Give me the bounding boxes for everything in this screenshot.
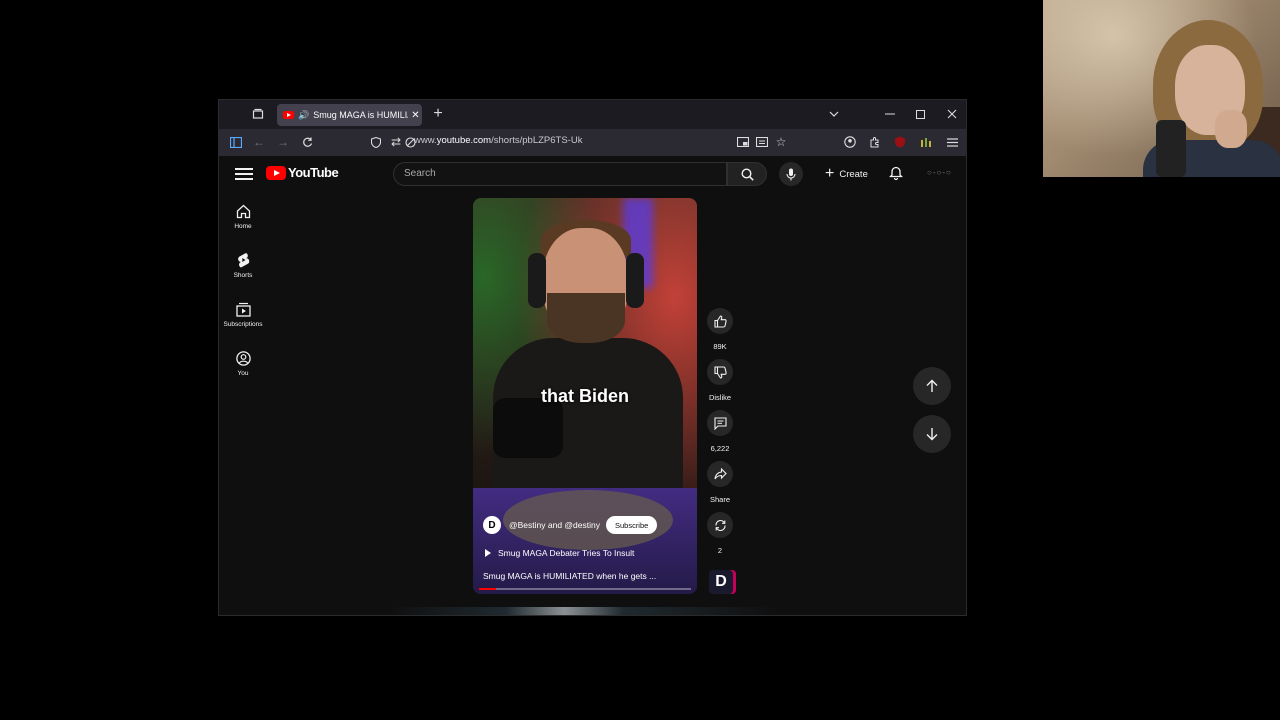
dislike-button[interactable]: Dislike (705, 359, 735, 402)
tab-list-icon[interactable] (249, 105, 267, 123)
channel-name[interactable]: @Bestiny and @destiny (509, 520, 600, 530)
sidebar-label-home: Home (234, 222, 252, 230)
maximize-icon[interactable] (911, 105, 929, 123)
sidebar-item-shorts[interactable]: Shorts (219, 241, 267, 290)
tab-bar: 🔊 Smug MAGA is HUMILIATED ✕ + (219, 100, 966, 129)
share-button[interactable]: Share (705, 461, 735, 504)
like-count: 89K (713, 342, 727, 351)
video-progress-bar[interactable] (479, 588, 691, 590)
playlist-link[interactable]: Smug MAGA Debater Tries To Insult (485, 548, 634, 558)
subscriptions-icon (235, 302, 251, 317)
bookmark-star-icon[interactable]: ☆ (772, 133, 790, 151)
browser-window: 🔊 Smug MAGA is HUMILIATED ✕ + ← (218, 99, 967, 616)
channel-avatar[interactable]: D (483, 516, 501, 534)
video-caption: that Biden (541, 386, 629, 406)
tab-close-icon[interactable]: ✕ (411, 110, 419, 121)
remix-count: 2 (717, 546, 723, 555)
plus-icon: + (825, 165, 835, 182)
account-icon (235, 350, 251, 366)
home-icon (236, 204, 250, 218)
mini-guide: Home Shorts Subscriptions You (219, 192, 267, 388)
sidebar-label-shorts: Shorts (233, 272, 253, 279)
extensions-icon[interactable] (865, 133, 883, 151)
account-circle-icon[interactable] (841, 133, 859, 151)
remix-button[interactable]: 2 (705, 512, 735, 555)
arrow-up-icon (926, 379, 938, 392)
next-short-preview (389, 607, 779, 615)
channel-row: D @Bestiny and @destiny Subscribe (483, 516, 658, 534)
share-label: Share (709, 495, 730, 504)
sidebar-item-subscriptions[interactable]: Subscriptions (219, 290, 267, 339)
url-host: youtube.com (436, 135, 492, 146)
like-button[interactable]: 89K (705, 308, 735, 351)
guide-menu-icon[interactable] (235, 165, 253, 183)
video-title[interactable]: Smug MAGA is HUMILIATED when he gets ... (483, 571, 656, 581)
voice-search-button[interactable] (779, 162, 803, 186)
active-tab[interactable]: 🔊 Smug MAGA is HUMILIATED ✕ (277, 104, 422, 126)
dislike-label: Dislike (708, 393, 732, 402)
picture-in-picture-icon[interactable] (734, 133, 752, 151)
arrow-down-icon (926, 428, 938, 441)
app-menu-icon[interactable] (943, 133, 961, 151)
navigation-bar: ← → ⇄ www.youtube.com/shorts/pbLZP6TS-Uk… (219, 129, 966, 156)
next-video-button[interactable] (913, 415, 951, 453)
sidebar-item-you[interactable]: You (219, 339, 267, 388)
create-label: Create (839, 168, 868, 180)
youtube-logo[interactable]: YouTube (266, 165, 339, 180)
avatar-loading-icon[interactable]: ○-○-○ (927, 168, 952, 177)
webcam-overlay (1043, 0, 1280, 177)
create-button[interactable]: + Create (817, 162, 876, 186)
url-path: /shorts/pbLZP6TS-Uk (491, 135, 583, 146)
back-icon[interactable]: ← (250, 133, 268, 151)
ublock-extension-icon[interactable] (891, 133, 909, 151)
search-icon (740, 167, 754, 181)
sidebar-item-home[interactable]: Home (219, 192, 267, 241)
new-tab-icon[interactable]: + (429, 105, 447, 123)
shorts-action-column: 89K Dislike 6,222 Share 2 (705, 308, 735, 563)
youtube-favicon-icon (283, 111, 294, 119)
shorts-video-player[interactable]: that Biden D @Bestiny and @destiny Subsc… (473, 198, 697, 594)
list-all-tabs-icon[interactable] (825, 105, 843, 123)
search-button[interactable] (727, 162, 767, 186)
url-prefix: www. (414, 135, 437, 146)
youtube-page: YouTube Search + Create ○-○-○ Home Short… (219, 156, 966, 615)
comments-button[interactable]: 6,222 (705, 410, 735, 453)
playlist-title: Smug MAGA Debater Tries To Insult (498, 548, 635, 558)
forward-icon[interactable]: → (274, 133, 292, 151)
reload-icon[interactable] (298, 133, 316, 151)
youtube-header: YouTube Search + Create ○-○-○ (219, 156, 966, 192)
youtube-logo-text: YouTube (288, 165, 339, 180)
sidebar-toggle-icon[interactable] (227, 133, 245, 151)
play-icon (485, 549, 491, 557)
audio-extension-icon[interactable] (917, 133, 935, 151)
comment-icon (713, 416, 727, 430)
search-input[interactable]: Search (393, 162, 727, 186)
thumbs-up-icon (713, 314, 727, 328)
channel-logo[interactable]: D (709, 570, 733, 594)
progress-fill (479, 588, 496, 590)
comment-count: 6,222 (710, 444, 730, 453)
shorts-icon (237, 253, 249, 268)
window-close-icon[interactable] (943, 105, 961, 123)
youtube-play-icon (266, 165, 286, 180)
sidebar-label-you: You (237, 369, 249, 377)
url-bar[interactable]: www.youtube.com/shorts/pbLZP6TS-Uk (414, 135, 582, 146)
share-icon (713, 468, 727, 480)
thumbs-down-icon (713, 365, 727, 379)
reader-view-icon[interactable] (753, 133, 771, 151)
previous-video-button[interactable] (913, 367, 951, 405)
notifications-bell-icon[interactable] (889, 165, 903, 180)
sidebar-label-subscriptions: Subscriptions (223, 320, 263, 328)
screen: 🔊 Smug MAGA is HUMILIATED ✕ + ← (0, 0, 1280, 720)
tracking-shield-icon[interactable] (367, 133, 385, 151)
subscribe-button[interactable]: Subscribe (605, 516, 658, 534)
minimize-icon[interactable] (881, 105, 899, 123)
microphone-icon (786, 168, 796, 180)
search-placeholder: Search (404, 168, 436, 179)
tab-title: Smug MAGA is HUMILIATED (313, 110, 408, 120)
remix-icon (714, 519, 726, 531)
speaker-icon[interactable]: 🔊 (298, 110, 309, 121)
